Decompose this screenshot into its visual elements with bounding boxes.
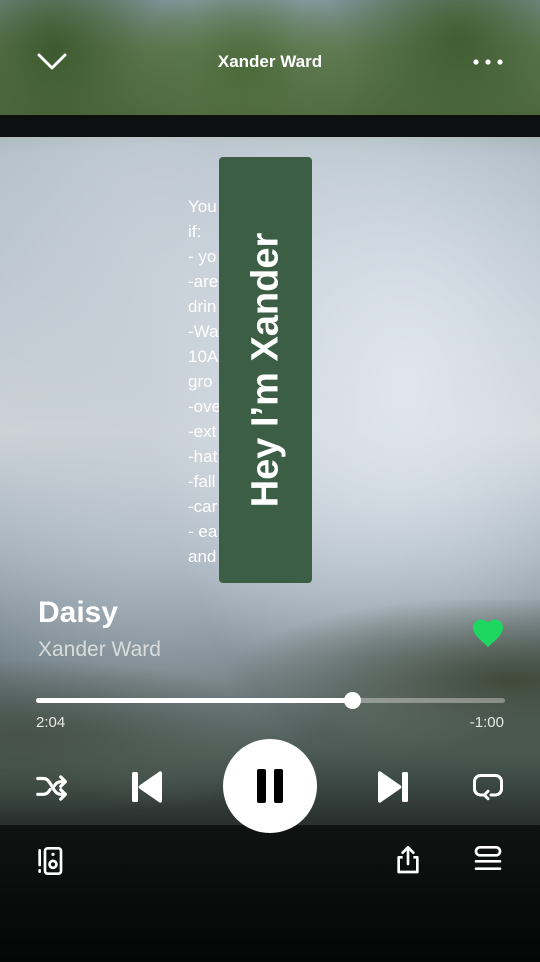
video-text-sticker: Hey I’m Xander: [219, 157, 312, 583]
pause-icon: [257, 769, 283, 803]
pause-button[interactable]: [223, 739, 317, 833]
sticker-text: Hey I’m Xander: [244, 232, 286, 508]
heart-filled-icon[interactable]: [470, 615, 506, 651]
track-title[interactable]: Daisy: [38, 596, 118, 630]
share-icon[interactable]: [390, 842, 426, 878]
top-bar: Xander Ward: [0, 38, 540, 86]
track-artist[interactable]: Xander Ward: [38, 638, 161, 662]
skip-next-icon[interactable]: [370, 764, 416, 810]
more-horizontal-icon[interactable]: [468, 48, 508, 76]
shuffle-icon[interactable]: [32, 768, 72, 808]
progress-fill: [36, 698, 353, 703]
progress-handle[interactable]: [344, 692, 362, 709]
background-band: [0, 115, 540, 137]
repeat-icon[interactable]: [468, 766, 508, 806]
time-remaining: -1:00: [469, 714, 504, 731]
artist-header-title: Xander Ward: [217, 52, 323, 71]
queue-icon[interactable]: [470, 842, 506, 878]
skip-previous-icon[interactable]: [124, 764, 170, 810]
time-elapsed: 2:04: [36, 714, 66, 731]
connect-devices-icon[interactable]: [32, 844, 66, 878]
progress-bar[interactable]: [36, 692, 505, 709]
background-lower-band: [0, 825, 540, 962]
